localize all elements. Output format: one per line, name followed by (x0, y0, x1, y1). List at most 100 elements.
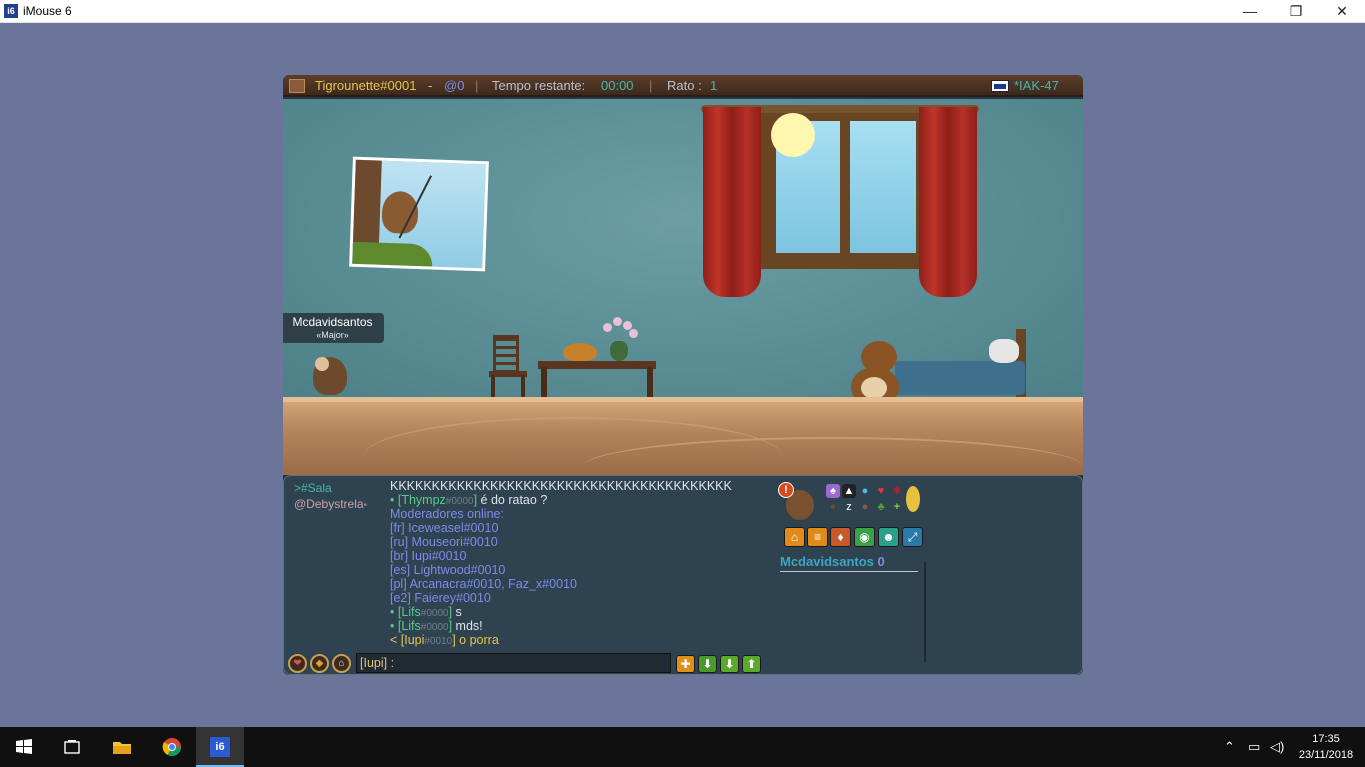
channel-label: >#Sala (294, 481, 332, 495)
channel-tab-sala[interactable]: >#Sala (294, 480, 332, 496)
curtain-left (703, 107, 761, 297)
clock-time: 17:35 (1312, 733, 1340, 745)
chat-message-part: ] (448, 605, 456, 619)
chat-message: [e2] Faierey#0010 (390, 591, 770, 605)
house-button-icon[interactable]: ⌂ (784, 527, 805, 547)
windows-icon (16, 739, 32, 754)
house-icon[interactable] (289, 79, 305, 93)
chat-message-part: s (455, 605, 462, 619)
side-area: ! ♠ ▲ ● ♥ ✱ ● z ● ♣ + ⌂ ≡ ♦ ◉ ☻ ⤢ Mcdavi… (774, 478, 1074, 668)
chrome-icon (162, 738, 181, 757)
chat-message-part: Arcanacra#0010, Faz_x#0010 (409, 577, 577, 591)
plus-icon[interactable]: + (890, 500, 904, 514)
window-title: iMouse 6 (23, 4, 72, 18)
channel-tab-whisper[interactable]: @Debystrela• (294, 496, 367, 514)
channel-label: @Debystrela (294, 497, 364, 511)
chevron-up-icon[interactable]: ⌃ (1224, 739, 1235, 755)
game-scene[interactable]: Mcdavidsantos «Major» (283, 99, 1083, 475)
chat-message-part: [es] (390, 563, 414, 577)
volume-icon[interactable]: ◁) (1270, 739, 1284, 755)
chat-message: < [Iupi#0010] o porra (390, 633, 770, 647)
file-explorer-button[interactable] (98, 727, 146, 767)
arrow-down-icon[interactable]: ⬇ (720, 655, 739, 673)
arrow-down-icon[interactable]: ⬇ (698, 655, 717, 673)
channel-suffix: • (363, 500, 368, 511)
fishing-poster (349, 156, 489, 272)
pillow (989, 339, 1019, 363)
plus-icon[interactable]: ✚ (676, 655, 695, 673)
shaman-avatar[interactable]: ! (776, 480, 816, 522)
hud-player-name: Tigrounette#0001 (315, 78, 417, 93)
hud-dash: - (428, 78, 433, 93)
ranking-entry[interactable]: Mcdavidsantos 0 (780, 554, 918, 572)
chat-message-part: Lightwood#0010 (413, 563, 506, 577)
mouse-icon[interactable]: ● (826, 500, 840, 514)
chat-message-part: Faierey#0010 (414, 591, 491, 605)
chat-message-part: #0000 (445, 496, 474, 507)
sun-icon (771, 113, 815, 157)
chat-input[interactable]: [Iupi] : (356, 653, 671, 673)
player-nametag: Mcdavidsantos «Major» (283, 313, 384, 343)
hud-map-code: *IAK-47 (1014, 78, 1059, 93)
chat-message: • [Lifs#0000] mds! (390, 619, 770, 633)
imouse-icon: i6 (210, 737, 230, 757)
chat-bubble-icon[interactable]: ◉ (854, 527, 875, 547)
feather-icon[interactable] (906, 486, 920, 512)
heart-icon[interactable]: ♥ (874, 484, 888, 498)
game-frame[interactable]: Tigrounette#0001 - @0 | Tempo restante: … (283, 75, 1083, 675)
drop-icon[interactable]: ● (858, 484, 872, 498)
chat-panel: >#Sala @Debystrela• KKKKKKKKKKKKKKKKKKKK… (283, 475, 1083, 675)
shield-icon[interactable]: ◆ (310, 654, 329, 673)
chat-message-part: [e2] (390, 591, 415, 605)
warning-icon: ! (778, 482, 794, 498)
start-button[interactable] (0, 727, 48, 767)
chat-message: [fr] Iceweasel#0010 (390, 521, 770, 535)
chat-message-part: Mouseori#0010 (411, 535, 498, 549)
shop-icon[interactable]: ♦ (830, 527, 851, 547)
chat-message-part: é do ratao ? (480, 493, 548, 507)
dress-icon[interactable]: ♠ (826, 484, 840, 498)
cheese-icon[interactable]: ● (858, 500, 872, 514)
hud-separator: | (649, 78, 653, 93)
hud-separator: | (475, 78, 479, 93)
cherry-icon[interactable]: ♣ (874, 500, 888, 514)
hat-icon[interactable]: ▲ (842, 484, 856, 498)
hud-time-value: 00:00 (601, 78, 634, 93)
spider-icon[interactable]: ✱ (890, 484, 904, 498)
chat-message-part: mds! (455, 619, 483, 633)
chat-message: KKKKKKKKKKKKKKKKKKKKKKKKKKKKKKKKKKKKKKKK… (390, 479, 770, 493)
chat-log: KKKKKKKKKKKKKKKKKKKKKKKKKKKKKKKKKKKKKKKK… (390, 479, 770, 647)
house-icon[interactable]: ⌂ (332, 654, 351, 673)
chat-message-part: [fr] (390, 521, 409, 535)
ranking-score: 0 (877, 554, 885, 569)
window-titlebar: i6 iMouse 6 — ❐ ✕ (0, 0, 1365, 23)
hud-time-label: Tempo restante: (492, 78, 586, 93)
sleep-icon[interactable]: z (842, 500, 856, 514)
clock-date: 23/11/2018 (1298, 749, 1354, 761)
task-view-button[interactable] (48, 727, 96, 767)
network-icon[interactable]: ▭ (1248, 739, 1260, 755)
minimize-button[interactable]: — (1227, 0, 1273, 23)
list-icon[interactable]: ≡ (807, 527, 828, 547)
flag-icon (991, 80, 1009, 92)
folder-icon (113, 742, 131, 754)
heart-icon[interactable]: ❤ (288, 654, 307, 673)
chat-message-part: o porra (459, 633, 499, 647)
chat-message-part: [br] (390, 549, 412, 563)
chat-message: • [Lifs#0000] s (390, 605, 770, 619)
chat-message-part: [ru] (390, 535, 412, 549)
scrollbar[interactable] (924, 562, 926, 662)
close-button[interactable]: ✕ (1319, 0, 1365, 23)
clock[interactable]: 17:35 23/11/2018 (1290, 731, 1362, 763)
imouse-taskbar-button[interactable]: i6 (196, 727, 244, 767)
chat-message-part: Moderadores online: (390, 507, 504, 521)
fullscreen-icon[interactable]: ⤢ (902, 527, 923, 547)
floor (283, 397, 1083, 475)
restore-button[interactable]: ❐ (1273, 0, 1319, 23)
chrome-button[interactable] (148, 727, 196, 767)
chat-message: [es] Lightwood#0010 (390, 563, 770, 577)
arrow-up-icon[interactable]: ⬆ (742, 655, 761, 673)
chat-message: [ru] Mouseori#0010 (390, 535, 770, 549)
discord-icon[interactable]: ☻ (878, 527, 899, 547)
chat-message-part: ] (448, 619, 456, 633)
